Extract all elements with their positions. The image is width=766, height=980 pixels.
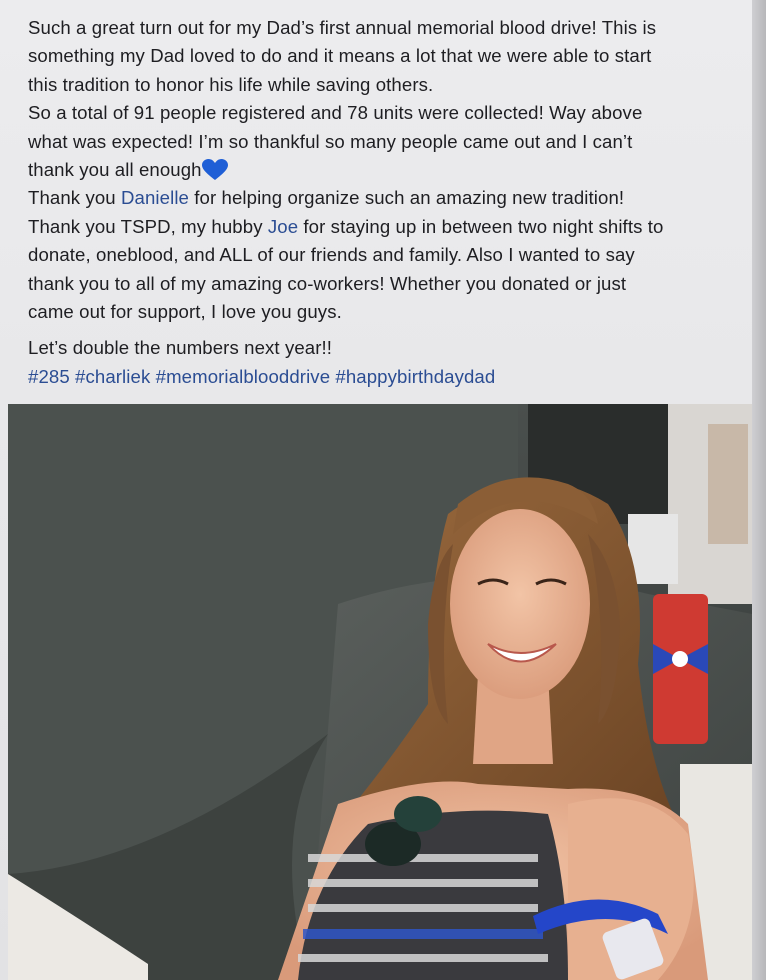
mention-joe-link[interactable]: Joe [268,216,298,237]
post-text-fragment: Thank you [28,187,121,209]
post-body: Such a great turn out for my Dad’s first… [28,14,748,391]
facebook-post: Such a great turn out for my Dad’s first… [0,0,766,980]
blue-heart-icon [201,159,228,181]
post-text-fragment: for helping organize such an amazing new… [188,187,625,209]
post-line: Such a great turn out for my Dad’s first… [28,17,657,38]
post-line: So a total of 91 people registered and 7… [28,102,643,124]
post-line: donate, oneblood, and ALL of our friends… [28,244,635,266]
post-line: Let’s double the numbers next year!! [28,337,333,359]
post-photo[interactable] [8,404,752,980]
hashtag-link[interactable]: #happybirthdaydad [335,366,495,387]
post-line: Thank you TSPD, my hubby Joe for staying… [28,213,748,241]
post-line: what was expected! I’m so thankful so ma… [28,130,633,152]
hashtag-line: #285 #charliek #memorialblooddrive #happ… [28,363,748,391]
monitor-bezel-edge [752,0,766,980]
post-line: thank you to all of my amazing co-worker… [28,272,627,294]
post-line: came out for support, I love you guys. [28,301,342,323]
post-text-fragment: Thank you TSPD, my hubby [28,215,268,237]
post-line: this tradition to honor his life while s… [28,73,434,95]
post-text-fragment: for staying up in between two night shif… [298,215,664,237]
hashtag-link[interactable]: #285 [28,366,70,387]
mention-danielle-link[interactable]: Danielle [121,187,189,208]
blood-donor-photo [8,404,752,980]
post-line: thank you all enough [28,156,748,184]
post-line: something my Dad loved to do and it mean… [28,45,652,67]
hashtag-link[interactable]: #charliek [75,366,150,387]
post-line-text: thank you all enough [28,159,202,181]
hashtag-link[interactable]: #memorialblooddrive [156,366,331,387]
post-line: Thank you Danielle for helping organize … [28,184,748,212]
